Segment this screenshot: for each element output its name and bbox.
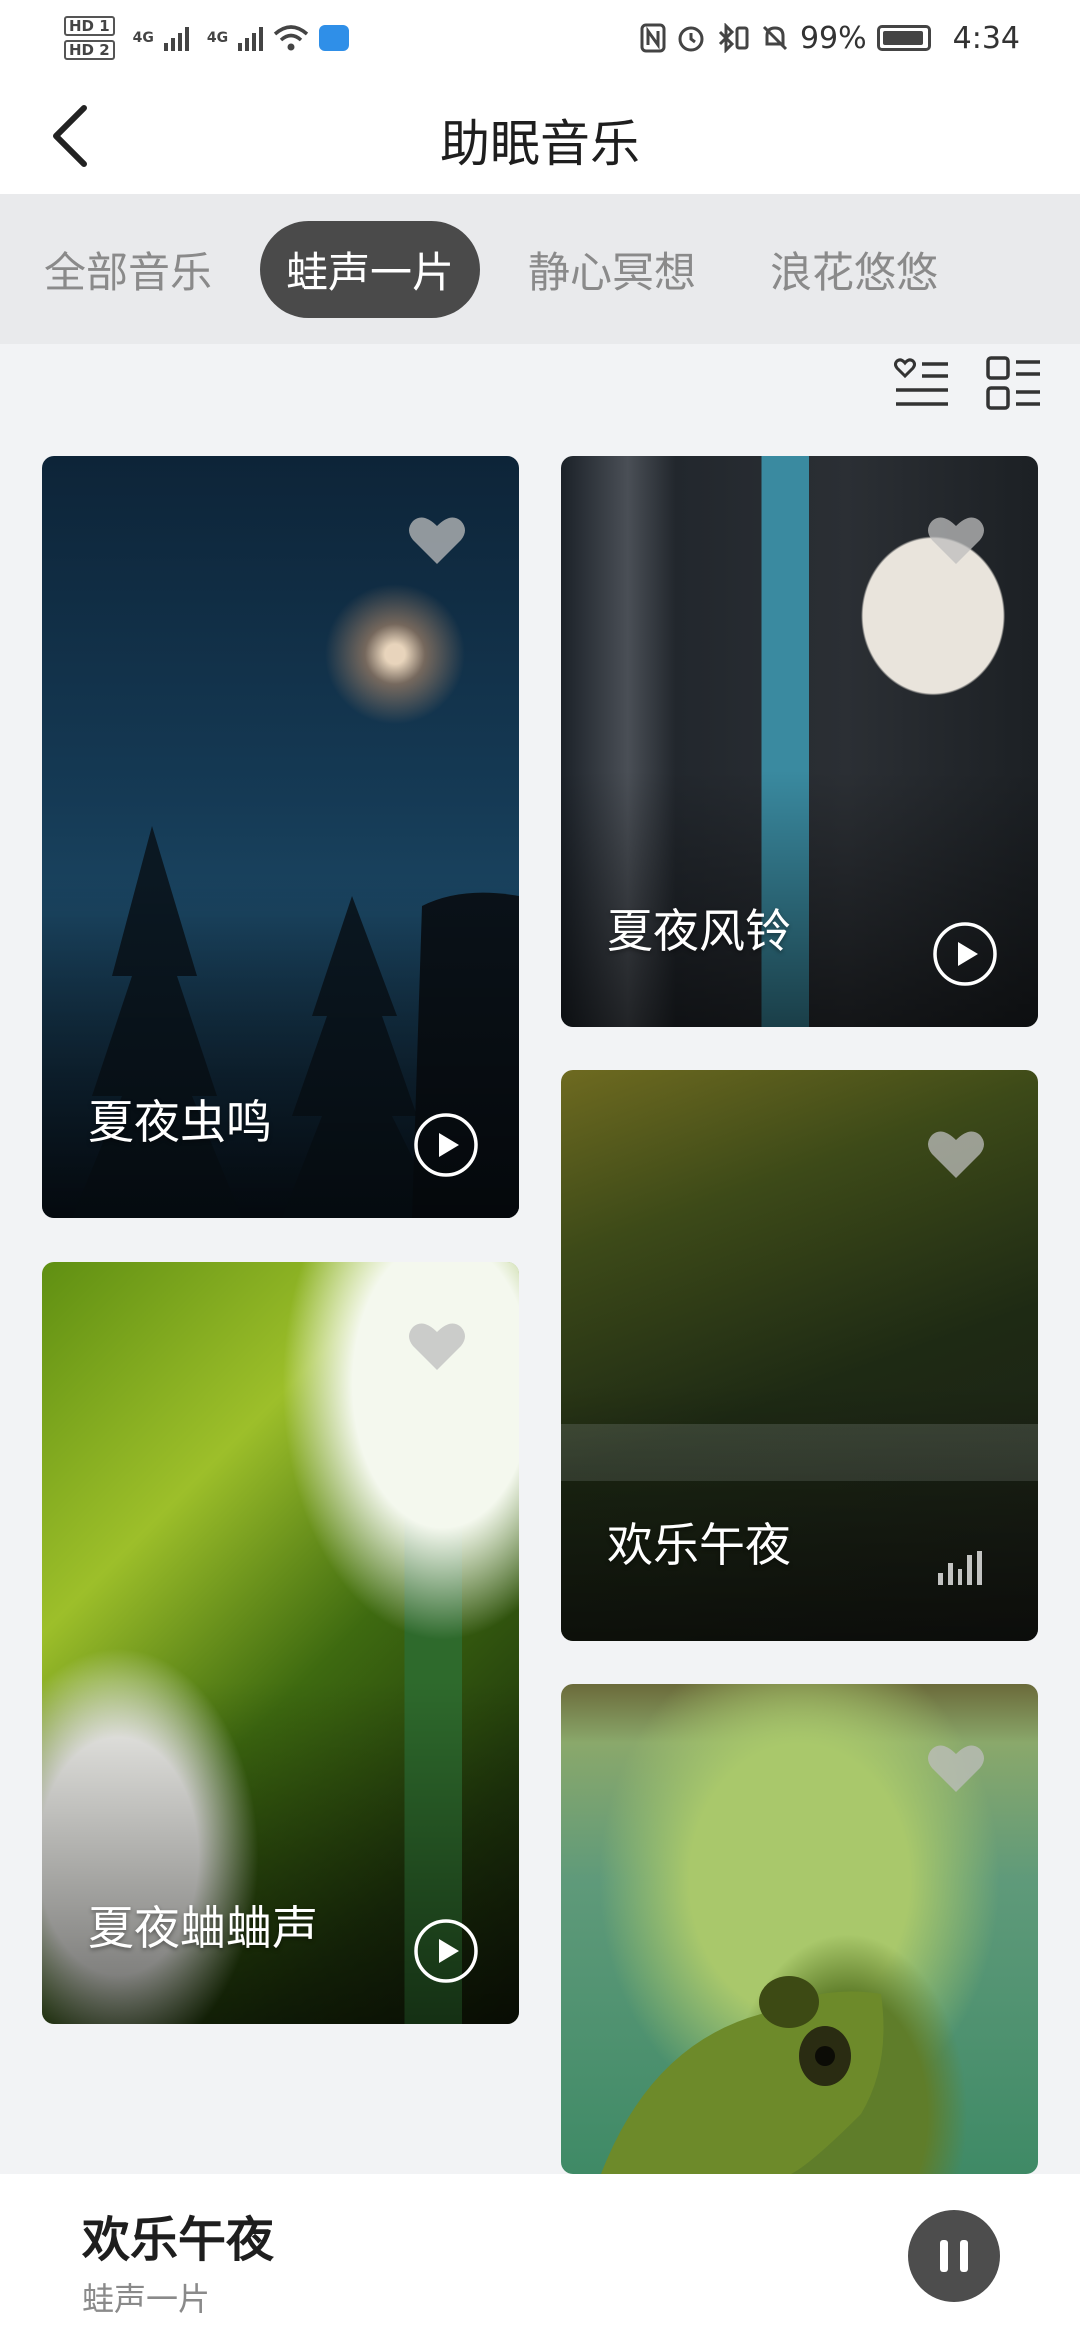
tab-all-music[interactable]: 全部音乐 bbox=[18, 221, 238, 318]
grid-list-icon bbox=[986, 356, 1040, 410]
play-icon bbox=[933, 922, 997, 986]
clock: 4:34 bbox=[952, 20, 1020, 56]
signal-icon bbox=[163, 25, 189, 51]
favorite-button[interactable] bbox=[926, 1128, 986, 1180]
tab-waves[interactable]: 浪花悠悠 bbox=[744, 221, 964, 318]
status-left: HD 1 HD 2 4G 4G bbox=[64, 16, 350, 60]
battery-percent: 99% bbox=[799, 20, 867, 56]
music-card[interactable]: 夏夜虫鸣 bbox=[42, 456, 519, 1218]
app-header: 助眠音乐 bbox=[0, 76, 1080, 194]
now-playing-category: 蛙声一片 bbox=[82, 2280, 211, 2318]
pause-icon bbox=[940, 2240, 948, 2272]
sim-indicators: HD 1 HD 2 bbox=[64, 16, 115, 60]
alarm-icon bbox=[678, 26, 704, 52]
music-card[interactable]: 欢乐午夜 bbox=[561, 1070, 1038, 1641]
card-title: 欢乐午夜 bbox=[607, 1518, 791, 1572]
heart-icon bbox=[928, 1745, 984, 1792]
favorites-list-icon bbox=[894, 358, 948, 406]
nfc-icon bbox=[640, 23, 666, 53]
signal-icon bbox=[238, 25, 264, 51]
status-right: 99% 4:34 bbox=[640, 21, 1020, 56]
heart-icon bbox=[928, 517, 984, 564]
favorites-list-button[interactable] bbox=[892, 354, 952, 414]
favorite-button[interactable] bbox=[407, 514, 467, 566]
battery-icon bbox=[876, 25, 931, 51]
heart-icon bbox=[928, 1131, 984, 1178]
cloud-icon bbox=[319, 25, 350, 51]
sim1-label: HD 1 bbox=[64, 16, 115, 36]
tab-meditation[interactable]: 静心冥想 bbox=[502, 221, 722, 318]
sim2-label: HD 2 bbox=[64, 40, 115, 60]
heart-icon bbox=[409, 1323, 465, 1370]
bluetooth-battery-icon bbox=[718, 23, 749, 53]
play-button[interactable] bbox=[932, 921, 998, 987]
music-card[interactable]: 夏夜风铃 bbox=[561, 456, 1038, 1027]
card-title: 夏夜虫鸣 bbox=[88, 1095, 272, 1149]
equalizer-icon bbox=[938, 1551, 982, 1585]
heart-icon bbox=[409, 517, 465, 564]
favorite-button[interactable] bbox=[926, 514, 986, 566]
card-title: 夏夜蛐蛐声 bbox=[88, 1901, 318, 1955]
music-card[interactable] bbox=[561, 1684, 1038, 2174]
status-bar: HD 1 HD 2 4G 4G 99% 4:34 bbox=[0, 0, 1080, 76]
mini-player[interactable]: 欢乐午夜 蛙声一片 bbox=[0, 2174, 1080, 2340]
wifi-icon bbox=[273, 25, 309, 51]
play-icon bbox=[414, 1919, 478, 1983]
network-type-1: 4G bbox=[132, 30, 154, 46]
view-toggles bbox=[892, 354, 1044, 414]
card-title: 夏夜风铃 bbox=[607, 904, 791, 958]
category-tabs: 全部音乐 蛙声一片 静心冥想 浪花悠悠 bbox=[0, 194, 1080, 344]
grid-list-button[interactable] bbox=[984, 354, 1044, 414]
play-icon bbox=[414, 1113, 478, 1177]
music-card[interactable]: 夏夜蛐蛐声 bbox=[42, 1262, 519, 2024]
page-title: 助眠音乐 bbox=[440, 115, 640, 173]
play-button[interactable] bbox=[413, 1918, 479, 1984]
network-type-2: 4G bbox=[206, 30, 229, 46]
play-button[interactable] bbox=[413, 1112, 479, 1178]
mute-bell-icon bbox=[762, 25, 787, 51]
favorite-button[interactable] bbox=[926, 1742, 986, 1794]
pause-icon bbox=[960, 2240, 968, 2272]
now-playing-title: 欢乐午夜 bbox=[82, 2212, 275, 2268]
pause-button[interactable] bbox=[908, 2210, 1000, 2302]
tab-frog-sounds[interactable]: 蛙声一片 bbox=[260, 220, 481, 318]
favorite-button[interactable] bbox=[407, 1320, 467, 1372]
